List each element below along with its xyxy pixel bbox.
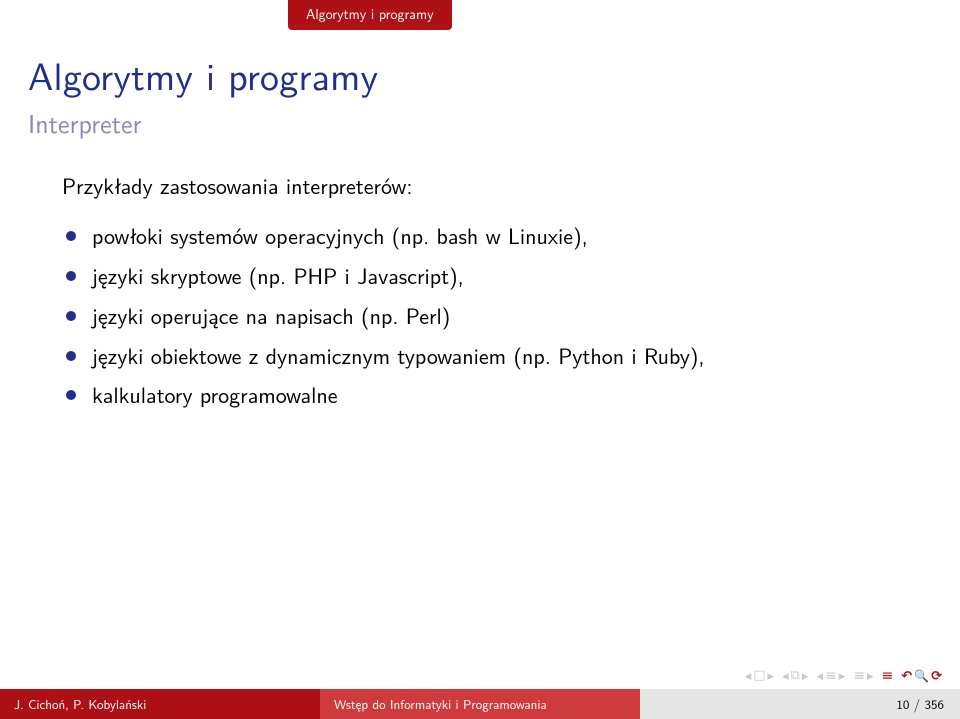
section-tab: Algorytmy i programy bbox=[288, 0, 452, 30]
nav-controls bbox=[745, 663, 942, 687]
list-item-label: języki operujące na napisach (np. Perl) bbox=[92, 299, 450, 331]
nav-next-slide-icon[interactable] bbox=[839, 669, 846, 682]
footer-course-cell: Wstęp do Informatyki i Programowania bbox=[320, 689, 640, 719]
slide-subtitle: Interpreter bbox=[28, 104, 378, 142]
footer-page: 10 / 356 bbox=[896, 695, 944, 714]
list-item: kalkulatory programowalne bbox=[62, 379, 898, 411]
list-item: języki obiektowe z dynamicznym typowanie… bbox=[62, 340, 898, 372]
slide-title: Algorytmy i programy bbox=[28, 46, 378, 102]
section-label: Algorytmy i programy bbox=[306, 4, 434, 24]
bullet-list: powłoki systemów operacyjnych (np. bash … bbox=[62, 220, 898, 411]
footer-course: Wstęp do Informatyki i Programowania bbox=[334, 695, 547, 714]
list-item: języki operujące na napisach (np. Perl) bbox=[62, 300, 898, 332]
list-item-label: kalkulatory programowalne bbox=[92, 378, 338, 410]
nav-goto-icon[interactable] bbox=[882, 668, 894, 682]
list-item: języki skryptowe (np. PHP i Javascript), bbox=[62, 260, 898, 292]
intro-text: Przykłady zastosowania interpreterów: bbox=[62, 170, 898, 202]
nav-next-section-icon[interactable] bbox=[802, 669, 809, 682]
nav-search-icon[interactable] bbox=[914, 669, 929, 682]
nav-replay-icon[interactable] bbox=[931, 668, 942, 682]
nav-prev-section-icon[interactable] bbox=[782, 669, 789, 682]
nav-back-icon[interactable] bbox=[901, 668, 912, 682]
list-item-label: języki skryptowe (np. PHP i Javascript), bbox=[92, 259, 464, 291]
nav-outline-icon[interactable] bbox=[825, 668, 837, 682]
list-item-label: powłoki systemów operacyjnych (np. bash … bbox=[92, 219, 588, 251]
nav-frame-icon[interactable] bbox=[753, 669, 765, 682]
nav-sections-icon[interactable] bbox=[791, 669, 800, 682]
list-item-label: języki obiektowe z dynamicznym typowanie… bbox=[92, 339, 705, 371]
nav-menu-icon[interactable] bbox=[853, 668, 865, 682]
slide: Algorytmy i programy Algorytmy i program… bbox=[0, 0, 960, 719]
footer: J. Cichoń, P. Kobylański Wstęp do Inform… bbox=[0, 689, 960, 719]
footer-author: J. Cichoń, P. Kobylański bbox=[14, 695, 146, 714]
nav-next-icon[interactable] bbox=[768, 669, 775, 682]
footer-page-cell: 10 / 356 bbox=[640, 689, 960, 719]
nav-prev-icon[interactable] bbox=[745, 669, 752, 682]
title-block: Algorytmy i programy Interpreter bbox=[28, 46, 378, 142]
nav-forward-icon[interactable] bbox=[867, 669, 874, 682]
nav-prev-slide-icon[interactable] bbox=[816, 669, 823, 682]
footer-author-cell: J. Cichoń, P. Kobylański bbox=[0, 689, 320, 719]
list-item: powłoki systemów operacyjnych (np. bash … bbox=[62, 220, 898, 252]
slide-body: Przykłady zastosowania interpreterów: po… bbox=[62, 170, 898, 419]
